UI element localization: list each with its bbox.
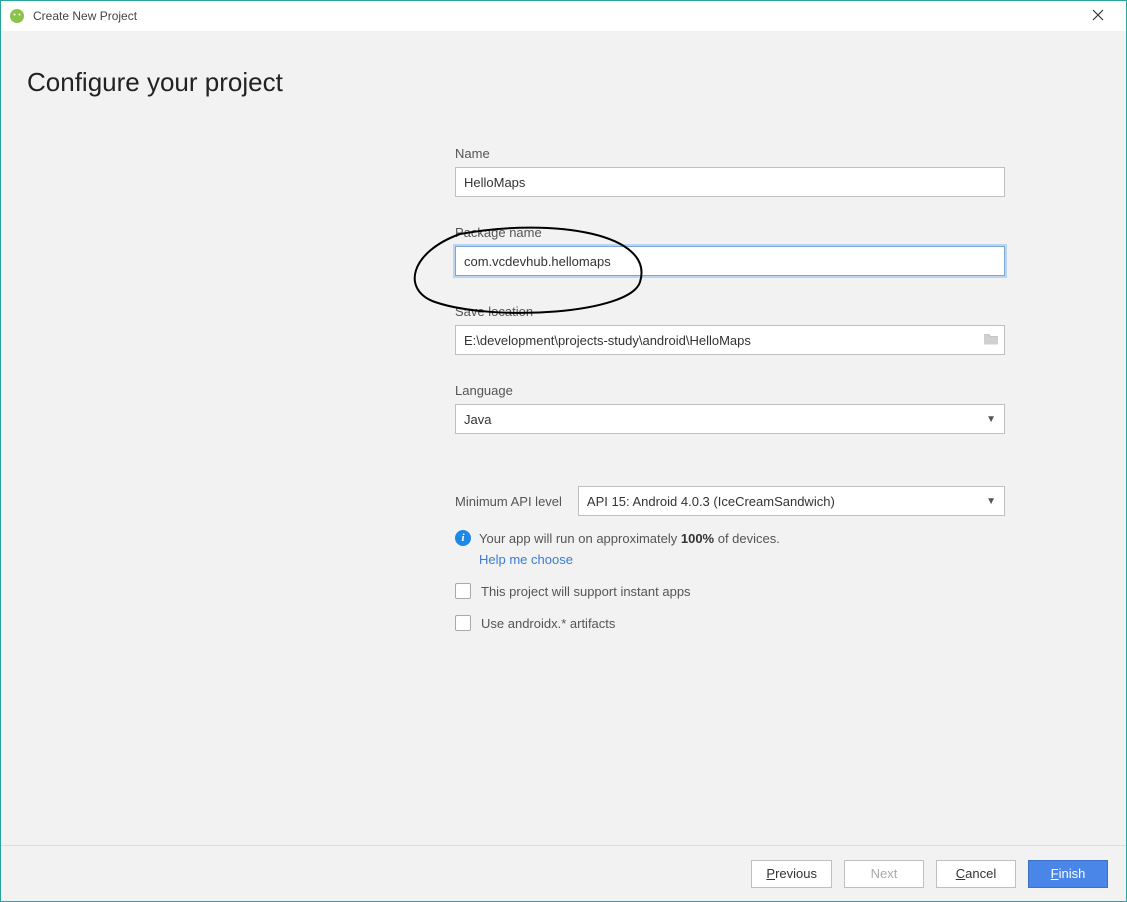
package-group: Package name [455, 225, 1005, 276]
package-label: Package name [455, 225, 1005, 240]
instant-apps-label: This project will support instant apps [481, 584, 691, 599]
androidx-row[interactable]: Use androidx.* artifacts [455, 615, 1005, 631]
api-label: Minimum API level [455, 494, 562, 509]
page-title: Configure your project [27, 67, 1100, 98]
device-info-text: Your app will run on approximately 100% … [479, 531, 780, 546]
info-icon: i [455, 530, 471, 546]
dialog-footer: Previous Next Cancel Finish [1, 845, 1126, 901]
app-icon [9, 8, 25, 24]
cancel-button[interactable]: Cancel [936, 860, 1016, 888]
name-label: Name [455, 146, 1005, 161]
instant-apps-row[interactable]: This project will support instant apps [455, 583, 1005, 599]
close-icon[interactable] [1078, 8, 1118, 25]
name-group: Name [455, 146, 1005, 197]
language-group: Language Java ▼ [455, 383, 1005, 434]
instant-apps-checkbox[interactable] [455, 583, 471, 599]
save-group: Save location [455, 304, 1005, 355]
androidx-checkbox[interactable] [455, 615, 471, 631]
save-label: Save location [455, 304, 1005, 319]
language-value: Java [464, 412, 491, 427]
name-input[interactable] [455, 167, 1005, 197]
api-value: API 15: Android 4.0.3 (IceCreamSandwich) [587, 494, 835, 509]
language-select[interactable]: Java ▼ [455, 404, 1005, 434]
next-button: Next [844, 860, 924, 888]
language-label: Language [455, 383, 1005, 398]
chevron-down-icon: ▼ [986, 496, 996, 507]
browse-folder-icon[interactable] [983, 332, 999, 349]
dialog-window: Create New Project Configure your projec… [0, 0, 1127, 902]
previous-button[interactable]: Previous [751, 860, 832, 888]
package-input[interactable] [455, 246, 1005, 276]
api-select[interactable]: API 15: Android 4.0.3 (IceCreamSandwich)… [578, 486, 1005, 516]
api-group: Minimum API level API 15: Android 4.0.3 … [455, 486, 1005, 516]
androidx-label: Use androidx.* artifacts [481, 616, 615, 631]
finish-button[interactable]: Finish [1028, 860, 1108, 888]
help-choose-link[interactable]: Help me choose [479, 552, 573, 567]
save-input[interactable] [455, 325, 1005, 355]
titlebar[interactable]: Create New Project [1, 1, 1126, 31]
window-title: Create New Project [33, 9, 1078, 23]
form-column: Name Package name Save location [455, 146, 1005, 631]
dialog-body: Configure your project Name Package name… [1, 31, 1126, 845]
device-info-row: i Your app will run on approximately 100… [455, 530, 1005, 546]
chevron-down-icon: ▼ [986, 414, 996, 425]
